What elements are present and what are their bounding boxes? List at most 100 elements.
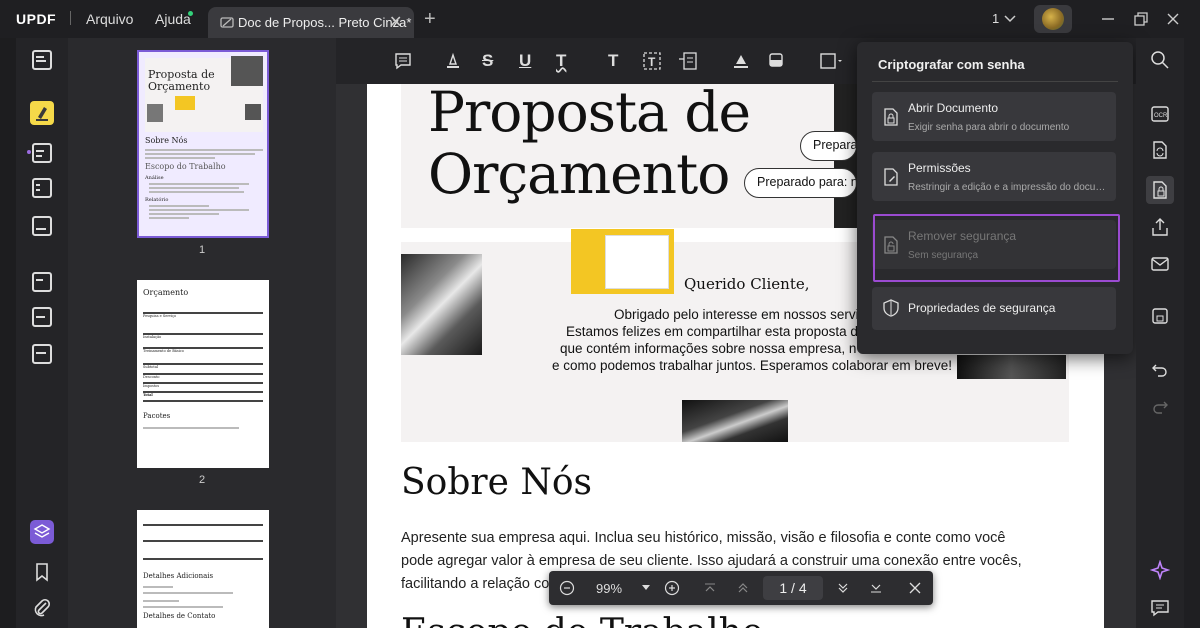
thumb-number-1: 1 [199,244,206,256]
thumb-line [149,213,219,215]
title-bar: UPDF Arquivo Ajuda Doc de Propos... Pret… [0,0,1200,38]
avatar [1042,8,1064,30]
fill-sign-icon[interactable] [30,214,54,238]
restore-icon[interactable] [1133,11,1149,27]
menu-ajuda[interactable]: Ajuda [155,11,191,27]
open-document-option[interactable]: Abrir Documento Exigir senha para abrir … [872,92,1116,141]
page-thumbnail-1[interactable]: Proposta de Orçamento Sobre Nós Escopo d… [137,50,269,238]
redo-icon[interactable] [1150,397,1170,417]
left-toolbar [16,38,68,628]
thumb-line [149,187,239,189]
text-callout-icon[interactable] [678,51,698,71]
undo-icon[interactable] [1150,360,1170,380]
prepared-for-pill: Preparado para: nome [744,168,857,198]
option-subtitle: Exigir senha para abrir o documento [908,122,1070,133]
thumb-line [145,157,215,159]
ai-assistant-icon[interactable] [1150,560,1170,580]
page-thumbnail-2[interactable]: Orçamento Pesquisa e Serviço Instalação … [137,280,269,468]
edit-pdf-icon[interactable] [30,141,54,165]
chevron-down-icon[interactable] [1003,10,1017,26]
page-thumbnail-3[interactable]: Detalhes Adicionais Detalhes de Contato [137,510,269,628]
form-icon[interactable] [30,176,54,200]
para-line-1: Apresente sua empresa aqui. Inclua seu h… [401,530,1006,546]
next-page-icon[interactable] [836,581,850,595]
bookmark-icon[interactable] [30,560,54,584]
menu-arquivo[interactable]: Arquivo [86,11,133,27]
protect-dropdown: Criptografar com senha Abrir Documento E… [857,42,1133,354]
document-edit-icon [884,168,898,186]
doc-title-line1: Proposta de [428,80,751,144]
save-icon[interactable] [1150,306,1170,326]
minimize-icon[interactable] [1100,11,1116,27]
zoom-level[interactable]: 99% [596,581,622,596]
layers-icon[interactable] [30,520,54,544]
reader-mode-icon[interactable] [30,48,54,72]
scrollbar-track[interactable] [1184,38,1200,628]
zoom-bar: 99% 1 / 4 [549,571,933,605]
mail-icon[interactable] [1150,254,1170,274]
thumb-number-2: 2 [199,474,206,486]
thumb-contato: Detalhes de Contato [143,612,216,620]
thumb-photo [231,56,263,86]
convert-icon[interactable] [1150,140,1170,160]
first-page-icon[interactable] [703,581,717,595]
close-window-icon[interactable] [1165,11,1181,27]
divider [70,11,71,25]
security-properties-option[interactable]: Propriedades de segurança [872,287,1116,330]
organize-pages-icon[interactable] [30,270,54,294]
window-count[interactable]: 1 [992,11,999,26]
shape-icon[interactable] [820,52,844,70]
thumb-row: Treinamento de Básico [143,349,184,353]
document-tab[interactable]: Doc de Propos... Preto Cinza* ✕ [208,7,414,38]
zoom-in-icon[interactable] [664,580,680,596]
zoom-out-icon[interactable] [559,580,575,596]
intro-line-3: que contém informações sobre nossa empre… [560,341,857,356]
previous-page-icon[interactable] [736,581,750,595]
highlight-icon[interactable] [444,52,462,70]
option-subtitle: Restringir a edição e a impressão do doc… [908,182,1108,193]
strikethrough-icon[interactable]: S [482,51,493,71]
thumb-row: Pesquisa e Serviço [143,314,177,318]
ocr-icon[interactable]: OCR [1150,104,1170,124]
thumbnail-panel: Proposta de Orçamento Sobre Nós Escopo d… [68,38,336,628]
pencil-icon[interactable] [732,52,750,70]
greeting: Querido Cliente, [684,275,810,293]
last-page-icon[interactable] [869,581,883,595]
close-zoombar-icon[interactable] [908,581,922,595]
permissions-option[interactable]: Permissões Restringir a edição e a impre… [872,152,1116,201]
eraser-icon[interactable] [767,51,785,69]
thumb-row: Desconto [143,375,160,379]
squiggly-icon[interactable]: T [556,51,566,71]
search-icon[interactable] [1150,50,1170,70]
thumb-row: Instalação [143,335,162,339]
right-toolbar: OCR [1136,38,1184,628]
attachment-icon[interactable] [30,596,54,620]
thumb-row: Total [143,393,153,397]
thumb-table-line [143,382,263,384]
zoom-dropdown-icon[interactable] [641,584,651,592]
thumb-sobre: Sobre Nós [145,136,188,145]
thumb-line [149,183,249,185]
building-photo [401,254,482,355]
share-icon[interactable] [1150,217,1170,237]
dropdown-title: Criptografar com senha [878,57,1025,72]
underline-icon[interactable]: U [519,51,531,71]
close-tab-icon[interactable]: ✕ [389,12,402,32]
laptop-photo [682,400,788,442]
thumb-line [149,217,189,219]
comment-mode-icon[interactable] [30,101,54,125]
comment-icon[interactable] [394,52,412,70]
page-number-input[interactable]: 1 / 4 [763,576,823,600]
crop-pages-icon[interactable] [30,305,54,329]
thumb-table-line [143,391,263,393]
heading-escopo: Escopo do Trabalho [401,612,763,628]
shield-icon [883,299,899,317]
add-tab-icon[interactable]: + [424,8,436,31]
redact-icon[interactable] [30,342,54,366]
text-icon[interactable]: T [608,51,618,71]
comment-panel-icon[interactable] [1150,598,1170,618]
notification-dot [188,11,193,16]
protect-icon[interactable] [1150,180,1170,200]
intro-line-4: e como podemos trabalhar juntos. Esperam… [552,358,952,373]
text-box-icon[interactable]: T [642,51,662,71]
